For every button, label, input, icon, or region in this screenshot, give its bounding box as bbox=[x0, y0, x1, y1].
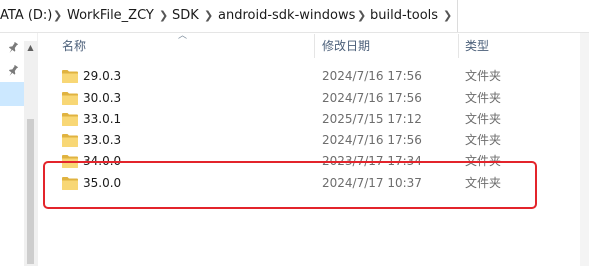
chevron-right-icon[interactable]: ❯ bbox=[357, 8, 366, 24]
folder-icon bbox=[62, 113, 78, 126]
scroll-up-icon[interactable]: ▲ bbox=[24, 41, 37, 55]
pin-icon[interactable] bbox=[6, 41, 20, 55]
navigation-pane[interactable]: ▲ bbox=[0, 33, 38, 266]
file-date: 2024/7/16 17:56 bbox=[322, 91, 422, 105]
file-name: 33.0.3 bbox=[83, 133, 122, 147]
chevron-right-icon[interactable]: ❯ bbox=[53, 8, 62, 24]
column-header-type[interactable]: 类型 bbox=[465, 33, 565, 59]
file-row[interactable]: 33.0.3 2024/7/16 17:56 文件夹 bbox=[54, 130, 580, 151]
chevron-right-icon[interactable]: ❯ bbox=[443, 8, 452, 24]
breadcrumb-android-sdk[interactable]: android-sdk-windows bbox=[218, 8, 355, 24]
file-date: 2024/7/16 17:56 bbox=[322, 133, 422, 147]
folder-icon bbox=[62, 92, 78, 105]
file-type: 文件夹 bbox=[465, 91, 502, 105]
highlight-box bbox=[43, 161, 537, 209]
address-bar[interactable]: ATA (D:) ❯ WorkFile_ZCY ❯ SDK ❯ android-… bbox=[0, 0, 589, 33]
nav-scrollbar-thumb[interactable] bbox=[27, 119, 34, 264]
breadcrumb-workfile[interactable]: WorkFile_ZCY bbox=[67, 8, 154, 24]
file-type: 文件夹 bbox=[465, 133, 502, 147]
file-name: 30.0.3 bbox=[83, 91, 122, 105]
file-row[interactable]: 29.0.3 2024/7/16 17:56 文件夹 bbox=[54, 66, 580, 87]
file-name: 29.0.3 bbox=[83, 69, 122, 83]
breadcrumb-drive[interactable]: ATA (D:) bbox=[0, 8, 52, 24]
file-date: 2024/7/16 17:56 bbox=[322, 69, 422, 83]
column-header-name[interactable]: 名称 bbox=[62, 33, 312, 59]
breadcrumb-sdk[interactable]: SDK bbox=[172, 8, 199, 24]
column-divider[interactable] bbox=[314, 34, 315, 58]
file-list-scrollbar[interactable] bbox=[580, 33, 589, 266]
folder-icon bbox=[62, 134, 78, 147]
breadcrumb-build-tools[interactable]: build-tools bbox=[370, 8, 438, 24]
address-divider bbox=[457, 0, 458, 32]
nav-item-selected[interactable] bbox=[0, 82, 24, 106]
folder-icon bbox=[62, 70, 78, 83]
nav-divider bbox=[37, 33, 38, 266]
pin-icon[interactable] bbox=[6, 64, 20, 78]
column-header-date[interactable]: 修改日期 bbox=[322, 33, 456, 59]
file-name: 33.0.1 bbox=[83, 112, 122, 126]
file-date: 2025/7/15 17:12 bbox=[322, 112, 422, 126]
file-row[interactable]: 30.0.3 2024/7/16 17:56 文件夹 bbox=[54, 88, 580, 109]
file-type: 文件夹 bbox=[465, 69, 502, 83]
chevron-right-icon[interactable]: ❯ bbox=[204, 8, 213, 24]
chevron-right-icon[interactable]: ❯ bbox=[159, 8, 168, 24]
nav-scrollbar[interactable]: ▲ bbox=[24, 41, 37, 266]
file-row[interactable]: 33.0.1 2025/7/15 17:12 文件夹 bbox=[54, 109, 580, 130]
file-type: 文件夹 bbox=[465, 112, 502, 126]
column-divider[interactable] bbox=[458, 34, 459, 58]
